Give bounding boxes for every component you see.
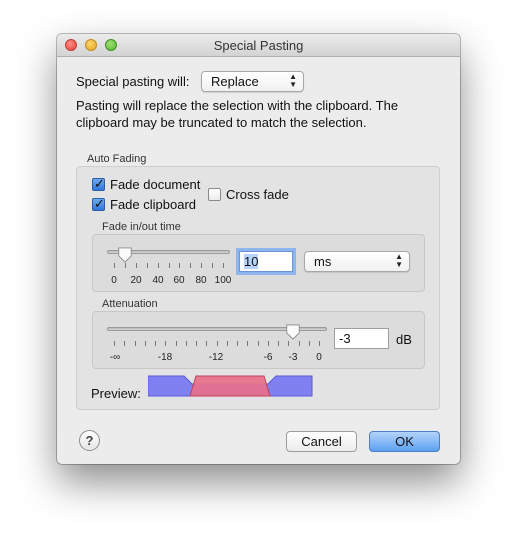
scale-tick (145, 341, 146, 346)
scale-tick (155, 341, 156, 346)
fade-time-unit-value: ms (314, 254, 332, 269)
scale-tick (165, 341, 166, 346)
scale-tick-label: -18 (157, 352, 173, 363)
fade-time-value: 10 (244, 254, 259, 269)
scale-tick-label: 0 (316, 352, 322, 363)
fade-document-checkbox[interactable]: ✓ (92, 176, 105, 191)
fade-time-unit-select[interactable]: ms ▲ ▼ (304, 251, 410, 272)
scale-tick (258, 341, 259, 346)
fade-time-label: Fade in/out time (102, 221, 181, 233)
ok-button[interactable]: OK (369, 431, 440, 452)
scale-tick (158, 263, 159, 268)
scale-tick (136, 263, 137, 268)
scale-tick (147, 263, 148, 268)
fade-clipboard-checkbox[interactable]: ✓ (92, 196, 105, 211)
scale-tick (227, 341, 228, 346)
attenuation-label: Attenuation (102, 298, 158, 310)
scale-tick-label: 60 (173, 275, 185, 286)
fade-time-slider-thumb[interactable] (117, 247, 133, 263)
scale-tick (169, 263, 170, 268)
scale-tick (206, 341, 207, 346)
scale-tick (237, 341, 238, 346)
popup-arrows-icon: ▲ ▼ (289, 72, 297, 89)
scale-tick (176, 341, 177, 346)
scale-tick (114, 263, 115, 268)
mode-description: Pasting will replace the selection with … (76, 98, 399, 130)
scale-tick-label: -6 (263, 352, 273, 363)
fade-time-input[interactable]: 10 (239, 251, 293, 272)
preview-label: Preview: (91, 386, 141, 401)
mode-label: Special pasting will: (76, 74, 190, 89)
scale-tick (190, 263, 191, 268)
help-button[interactable]: ? (79, 430, 100, 451)
scale-tick (299, 341, 300, 346)
scale-tick (114, 341, 115, 346)
scale-tick-label: 100 (214, 275, 232, 286)
scale-tick-label: 40 (152, 275, 164, 286)
scale-tick (135, 341, 136, 346)
scale-tick (179, 263, 180, 268)
fade-clipboard-label[interactable]: Fade clipboard (110, 197, 196, 212)
scale-tick (268, 341, 269, 346)
fade-document-label[interactable]: Fade document (110, 177, 200, 192)
scale-tick (247, 341, 248, 346)
cancel-button[interactable]: Cancel (286, 431, 357, 452)
scale-tick (201, 263, 202, 268)
scale-tick (223, 263, 224, 268)
mode-select[interactable]: Replace ▲ ▼ (201, 71, 304, 92)
popup-arrows-icon: ▲ ▼ (395, 252, 403, 269)
scale-tick-label: 80 (195, 275, 207, 286)
scale-tick (196, 341, 197, 346)
checkmark-icon: ✓ (94, 176, 105, 191)
title-bar: Special Pasting (57, 34, 460, 57)
scale-tick-label: 20 (130, 275, 142, 286)
scale-tick (217, 341, 218, 346)
auto-fading-group-label: Auto Fading (87, 153, 147, 165)
scale-tick-label: -3 (288, 352, 298, 363)
scale-tick (124, 341, 125, 346)
checkmark-icon: ✓ (94, 196, 105, 211)
scale-tick-label: -∞ (109, 352, 121, 363)
cross-fade-label[interactable]: Cross fade (226, 187, 289, 202)
mode-select-value: Replace (211, 74, 259, 89)
window-title: Special Pasting (213, 38, 304, 53)
scale-tick (212, 263, 213, 268)
scale-tick (309, 341, 310, 346)
scale-tick-label: -12 (208, 352, 224, 363)
preview-clipboard-shape (189, 375, 271, 397)
scale-tick (278, 341, 279, 346)
cross-fade-checkbox[interactable] (208, 188, 221, 201)
attenuation-slider-thumb[interactable] (285, 324, 301, 340)
scale-tick (186, 341, 187, 346)
fade-preview-graphic (148, 375, 313, 397)
scale-tick (125, 263, 126, 268)
attenuation-unit: dB (396, 332, 412, 347)
scale-tick (288, 341, 289, 346)
attenuation-input[interactable]: -3 (334, 328, 389, 349)
attenuation-value: -3 (339, 331, 351, 346)
scale-tick (319, 341, 320, 346)
scale-tick-label: 0 (111, 275, 117, 286)
